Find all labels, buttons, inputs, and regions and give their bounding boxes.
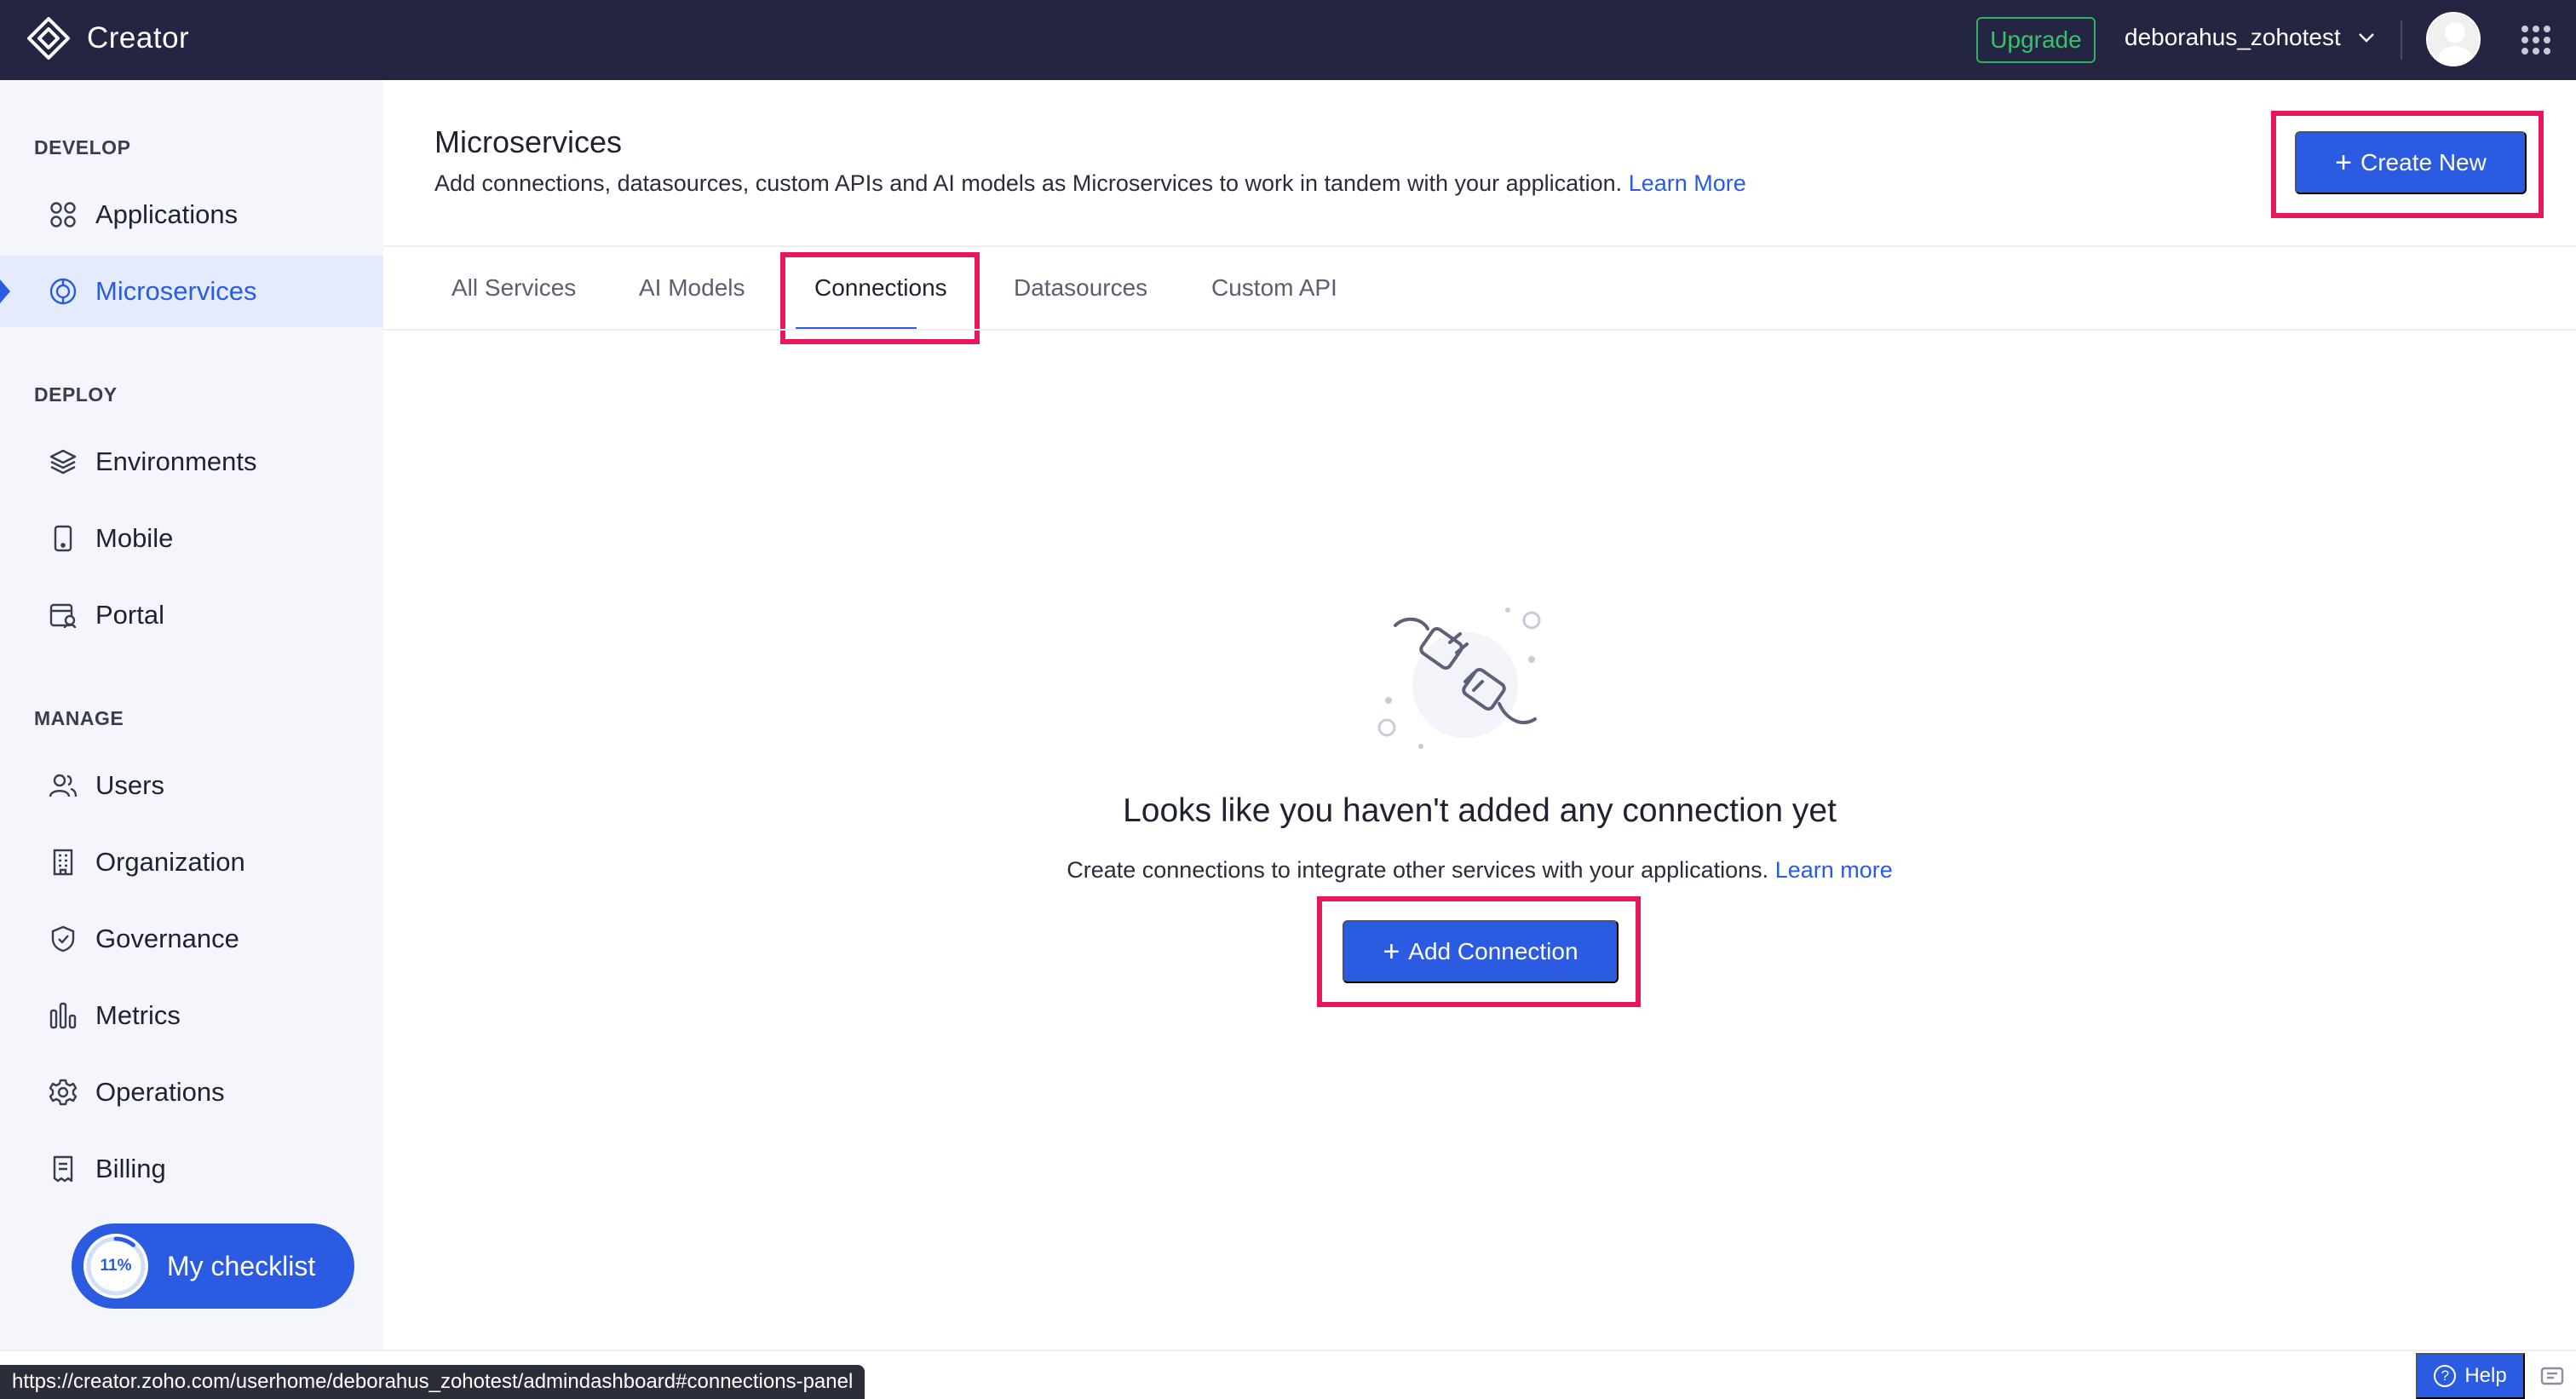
plus-icon: + (1383, 936, 1400, 968)
help-label: Help (2464, 1364, 2507, 1387)
sidebar-item-label: Mobile (95, 523, 174, 553)
sidebar-item-label: Portal (95, 600, 164, 630)
sidebar-item-label: Environments (95, 446, 257, 476)
sidebar-item-metrics[interactable]: Metrics (0, 980, 383, 1051)
tab-datasources[interactable]: Datasources (1014, 247, 1147, 329)
main-content: Microservices Add connections, datasourc… (383, 80, 2576, 1350)
tab-custom-api[interactable]: Custom API (1211, 247, 1337, 329)
feedback-icon[interactable] (2539, 1363, 2566, 1390)
sidebar-item-label: Organization (95, 847, 245, 877)
page-title: Microservices (434, 124, 623, 159)
add-connection-label: Add Connection (1408, 938, 1578, 964)
sidebar-item-label: Applications (95, 199, 239, 229)
empty-state-learn-more-link[interactable]: Learn more (1775, 857, 1893, 883)
page-description-text: Add connections, datasources, custom API… (434, 170, 1623, 196)
plug-icon (1377, 607, 1541, 749)
checklist-progress-ring: 11% (83, 1234, 148, 1298)
sidebar-item-operations[interactable]: Operations (0, 1056, 383, 1128)
tab-bar: All Services AI Models Connections Datas… (383, 247, 2576, 329)
page-description: Add connections, datasources, custom API… (434, 170, 1746, 197)
sidebar-item-portal[interactable]: Portal (0, 579, 383, 651)
sidebar-item-environments[interactable]: Environments (0, 426, 383, 498)
sidebar-item-microservices[interactable]: Microservices (0, 256, 383, 327)
create-new-button[interactable]: + Create New (2295, 131, 2527, 194)
sidebar-item-users[interactable]: Users (0, 750, 383, 821)
sidebar-item-label: Governance (95, 924, 239, 953)
plus-icon: + (2335, 147, 2352, 179)
username-label: deborahus_zohotest (2125, 24, 2341, 50)
app-logo[interactable]: Creator (26, 15, 189, 61)
create-new-label: Create New (2360, 149, 2487, 176)
tab-connections[interactable]: Connections (814, 247, 947, 329)
mobile-icon (48, 523, 78, 554)
upgrade-button[interactable]: Upgrade (1976, 17, 2096, 63)
sidebar-item-label: Metrics (95, 1000, 181, 1030)
microservices-icon (48, 276, 78, 307)
apps-icon (48, 199, 78, 230)
sidebar-item-organization[interactable]: Organization (0, 826, 383, 898)
sidebar-item-governance[interactable]: Governance (0, 903, 383, 975)
empty-state-text: Create connections to integrate other se… (1067, 857, 1769, 883)
section-label-deploy: DEPLOY (34, 383, 118, 406)
tab-all-services[interactable]: All Services (451, 247, 576, 329)
checklist-progress-text: 11% (100, 1257, 132, 1275)
layers-icon (48, 446, 78, 477)
app-launcher-icon[interactable] (2521, 26, 2550, 55)
empty-state-title: Looks like you haven't added any connect… (1123, 792, 1837, 829)
top-bar: Creator Upgrade deborahus_zohotest (0, 0, 2576, 80)
sidebar: DEVELOP Applications Microservices DEPLO… (0, 80, 383, 1399)
bar-chart-icon (48, 1000, 78, 1031)
checklist-label: My checklist (167, 1250, 316, 1281)
app-name: Creator (87, 21, 190, 55)
creator-logo-icon (27, 17, 70, 60)
help-button[interactable]: ? Help (2416, 1353, 2525, 1399)
tab-ai-models[interactable]: AI Models (639, 247, 745, 329)
learn-more-link[interactable]: Learn More (1629, 170, 1746, 196)
sidebar-item-label: Microservices (95, 276, 257, 306)
account-switcher[interactable]: deborahus_zohotest (2125, 24, 2377, 51)
sidebar-item-label: Operations (95, 1077, 225, 1107)
sidebar-item-applications[interactable]: Applications (0, 179, 383, 250)
sidebar-item-billing[interactable]: Billing (0, 1133, 383, 1205)
empty-state-description: Create connections to integrate other se… (383, 857, 2576, 884)
building-icon (48, 847, 78, 878)
status-bar-url: https://creator.zoho.com/userhome/debora… (0, 1365, 865, 1399)
section-label-develop: DEVELOP (34, 136, 131, 158)
chevron-down-icon (2358, 33, 2374, 43)
sidebar-item-label: Billing (95, 1154, 166, 1183)
portal-icon (48, 600, 78, 630)
sidebar-item-label: Users (95, 770, 164, 800)
topbar-divider (2401, 20, 2402, 60)
my-checklist-button[interactable]: 11% My checklist (72, 1223, 354, 1309)
receipt-icon (48, 1154, 78, 1184)
avatar[interactable] (2426, 12, 2481, 66)
question-icon: ? (2434, 1365, 2457, 1387)
users-icon (48, 770, 78, 801)
gear-icon (48, 1077, 78, 1108)
add-connection-button[interactable]: + Add Connection (1343, 920, 1619, 983)
shield-icon (48, 924, 78, 954)
section-label-manage: MANAGE (34, 707, 124, 729)
sidebar-item-mobile[interactable]: Mobile (0, 503, 383, 574)
tabs-divider (383, 329, 2576, 331)
